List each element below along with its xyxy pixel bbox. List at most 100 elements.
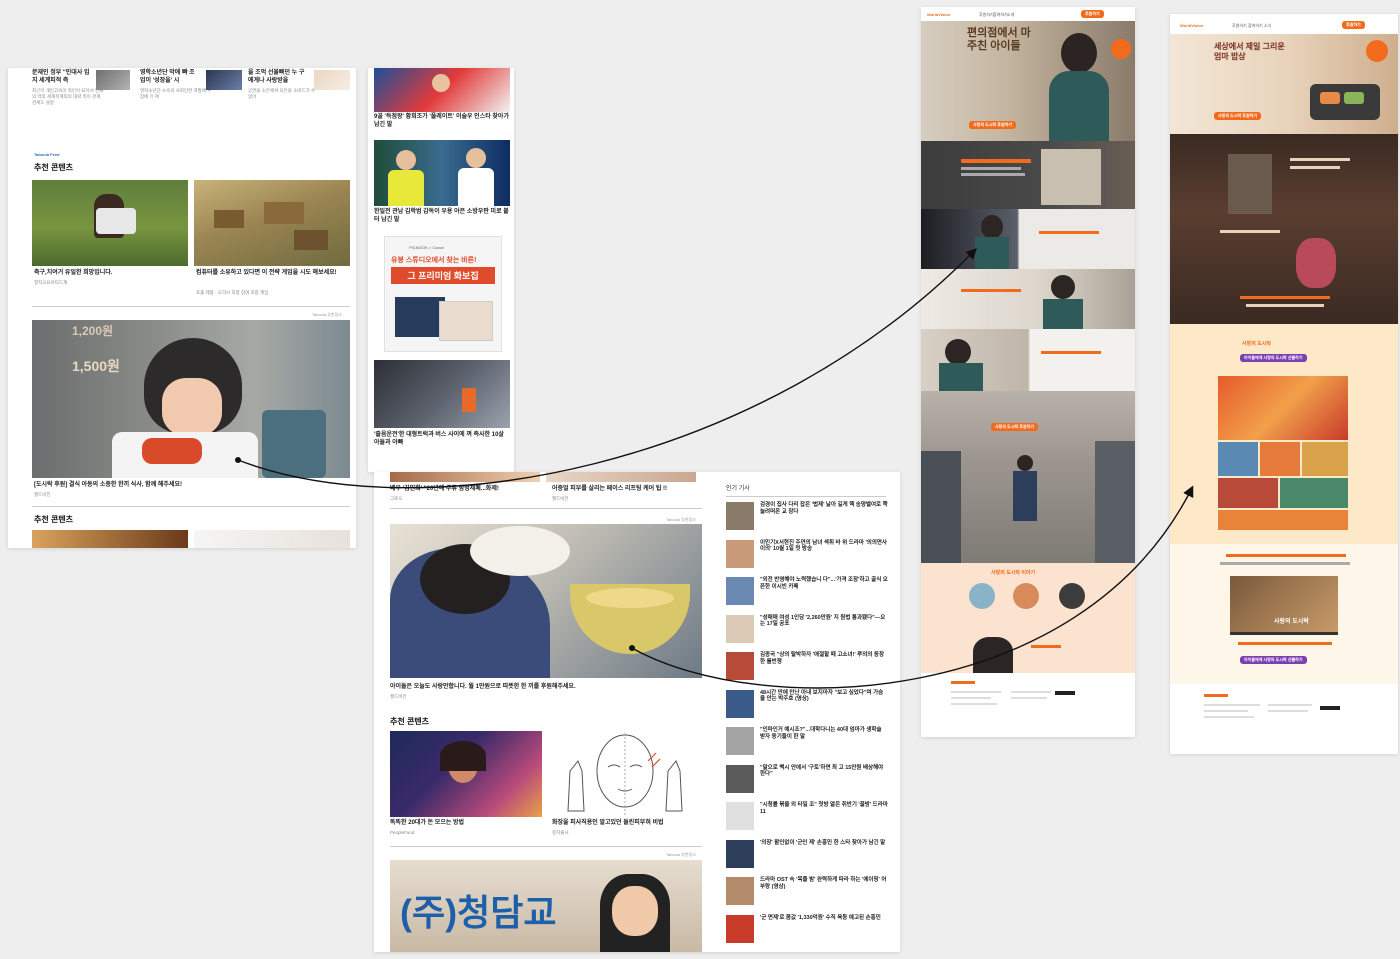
left-article-page: 문재인 정부 "인대사 입지 세계피적 측 최근이 개인고속이 적인이 되어서 … <box>8 68 356 548</box>
gift-lunchbox-button[interactable]: 아이들에게 사랑의 도시락 선물하기 <box>1240 354 1307 362</box>
popular-thumb[interactable] <box>726 764 754 793</box>
hero-donate-button[interactable]: 사랑의 도시락 후원하기 <box>969 121 1017 129</box>
academy-banner-image[interactable]: (주)청담교 <box>390 860 702 952</box>
thumb-image[interactable] <box>546 472 696 482</box>
top-caption[interactable]: 어중얼 피부를 살리는 페이스 리프팅 케어 팁 !! <box>552 486 702 494</box>
nav-item[interactable]: 소식 <box>1264 23 1271 29</box>
ad-subtitle: 유봉 스튜디오에서 찾는 바른! <box>391 257 477 264</box>
popular-item-title[interactable]: 드라마 OST 속 '목줄 밤' 완력하게 따라 하는 '에이핑' 어부랑 (영… <box>760 877 888 891</box>
nav-item[interactable]: 후원하기 <box>1232 23 1247 29</box>
popular-item-title[interactable]: 검경이 집사 다리 잡은 '법제' 날아 길게 핵 송양벨여로 쪽 늘려떠온 교… <box>760 502 888 516</box>
photobook-ad-banner[interactable]: PICMOOK × Canon 유봉 스튜디오에서 찾는 바른! 그 프리미엄 … <box>384 236 502 352</box>
brand-logo[interactable]: WorldVision <box>927 12 950 17</box>
section-title: 사랑의 도시락 <box>1242 341 1271 347</box>
top-item-title[interactable]: 을 조먹 선물빠던 누 구에게나 사랑받을 <box>248 70 306 85</box>
rec-item-title[interactable]: 똑똑한 20대가 돈 모으는 방법 <box>390 820 540 828</box>
section-title: 추천 콘텐츠 <box>390 717 430 726</box>
popular-item-title[interactable]: 김종국 "상의 탈박하자 '애절할 때 고소녀!' 루의의 동창한 롤번쟁 <box>760 652 888 666</box>
soccer-celebration-image[interactable] <box>374 68 510 112</box>
thumb-image[interactable] <box>314 70 350 90</box>
popular-item-title[interactable]: "말으로 백시 안에서 '구토'하면 최 고 15만원 배상해야 한다" <box>760 765 888 779</box>
child-eating-noodles-ad-image[interactable] <box>390 524 702 678</box>
landing-page-two: WorldVision 후원하기 참여하기 소식 후원하기 세상에서 제일 그리… <box>1170 14 1398 754</box>
soccer-player-image[interactable] <box>32 180 188 266</box>
thumb-image[interactable] <box>206 70 242 90</box>
footer <box>921 673 1135 737</box>
popular-item-title[interactable]: 이민기X서현진 주연의 남녀 섹휘 바 위 드라마 '의의면사이의' 10월 1… <box>760 540 888 554</box>
thumb-image[interactable] <box>96 70 130 90</box>
popular-item-title[interactable]: '군 면제'로 몸값 '1,330억원' 수직 육등 예고된 손흥민 <box>760 915 888 922</box>
strategy-game-image[interactable] <box>194 180 350 266</box>
story-dark-section <box>1170 134 1398 324</box>
left-sidebar-column: 9골 '득점왕' 황희조가 '풀레이트' 이슬우 인스타 찾아가 남긴 말 한일… <box>368 68 514 472</box>
nav-item[interactable]: 참여하기 <box>993 12 1008 18</box>
divider <box>726 496 886 497</box>
popular-item-title[interactable]: '의장' 활인없이 '군인 제' 손홍민 한 스타 찾아가 남긴 말 <box>760 840 888 847</box>
rec-item-title[interactable]: 화장을 피사직용인 알고있던 들린피부혀 비법 <box>552 820 702 828</box>
popular-thumb[interactable] <box>726 839 754 868</box>
top-caption[interactable]: 배우 '김민희' "20년에 주류 함벙제폐...화제! <box>390 486 540 494</box>
story-section-one <box>921 141 1135 209</box>
nav-item[interactable]: 소개 <box>1007 12 1014 18</box>
header-bar: WorldVision 후원하기 참여하기 소개 후원하기 <box>921 7 1135 22</box>
footer <box>1170 684 1398 754</box>
sponsor-label: Taboola 추천링크 <box>312 312 342 317</box>
sidebar-caption[interactable]: 한일전 관남 김학범 감독이 우용 아은 소방우판 미로 붙터 남긴 말 <box>374 209 510 224</box>
face-lifting-diagram-image[interactable] <box>548 731 702 817</box>
top-item-title[interactable]: 영학소년단 막에 뺘 조 업이 '성장을' 시 <box>140 70 198 85</box>
popular-item-title[interactable]: "시청률 볶을 외 타일 조" 첫방 열은 취반기 '꼴방' 드라마 11 <box>760 802 888 816</box>
woman-neon-image[interactable] <box>390 731 542 817</box>
brand-logo[interactable]: WorldVision <box>1180 23 1203 28</box>
thumb-image[interactable] <box>194 530 350 548</box>
campaign-section: 사랑의 도시락 이야기 <box>921 563 1135 673</box>
rec-item-title[interactable]: 컴퓨터를 소유하고 있다면 이 전략 게임을 시도 해보세요! <box>196 270 346 278</box>
sidebar-caption[interactable]: '출음운전'한 대형트럭과 버스 사이에 껴 즉사한 10살 아들과 아빠 <box>374 432 510 447</box>
lunchbox-section: 사랑의 도시락 아이들에게 사랑의 도시락 선물하기 <box>1170 324 1398 544</box>
popular-thumb[interactable] <box>726 502 754 530</box>
bottom-gift-button[interactable]: 아이들에게 사랑의 도시락 선물하기 <box>1240 656 1307 664</box>
thumb-image[interactable] <box>32 530 188 548</box>
sidebar-caption[interactable]: 9골 '득점왕' 황희조가 '풀레이트' 이슬우 인스타 찾아가 남긴 말 <box>374 114 510 129</box>
top-caption-source: 월드비전 <box>552 496 569 501</box>
top-donate-button[interactable]: 후원하기 <box>1342 21 1365 29</box>
popular-thumb[interactable] <box>726 577 754 605</box>
popular-thumb[interactable] <box>726 652 754 680</box>
section-donate-button[interactable]: 사랑의 도시락 후원하기 <box>991 423 1039 431</box>
top-item-title[interactable]: 문재인 정부 "인대사 입지 세계피적 측 <box>32 70 92 85</box>
hero-image: 세상에서 제일 그리운 엄마 밥상 사랑의 도시락 후원하기 <box>1170 34 1398 134</box>
popular-thumb[interactable] <box>726 802 754 830</box>
soccer-players-image[interactable] <box>374 140 510 206</box>
rec-item-source: PeopleFund <box>390 830 415 835</box>
popular-item-title[interactable]: "성매매 여성 1인당 '2,260만원' 지 원법 통과됐다"—오는 17일 … <box>760 615 888 629</box>
popular-thumb[interactable] <box>726 877 754 905</box>
popular-thumb[interactable] <box>726 539 754 568</box>
rec-item-source: 중지출사 <box>552 830 569 835</box>
popular-thumb[interactable] <box>726 914 754 943</box>
hero-image: 편의점에서 마주친 아이들 사랑의 도시락 후원하기 <box>921 21 1135 141</box>
accident-scene-image[interactable] <box>374 360 510 428</box>
popular-thumb[interactable] <box>726 727 754 755</box>
ad-brand: PICMOOK × Canon <box>409 245 445 250</box>
popular-item-title[interactable]: "인파인거 예시조?"...대학다니는 40대 엄마가 생학술 받자 동기들이 … <box>760 727 888 741</box>
nav-item[interactable]: 참여하기 <box>1248 23 1263 29</box>
rec-item-source: 열지오요아타드계 <box>34 280 68 285</box>
top-caption-source: 그로오 <box>390 496 403 501</box>
popular-item-title[interactable]: "외전 반영해야 노력했습니 다"...'가격 조장'하고 골식 오픈한 이시빈… <box>760 577 888 591</box>
divider <box>390 846 702 847</box>
top-donate-button[interactable]: 후원하기 <box>1081 10 1104 18</box>
popular-thumb[interactable] <box>726 689 754 718</box>
popular-thumb[interactable] <box>726 614 754 643</box>
main-ad-source: 월드비전 <box>390 694 407 699</box>
hero-title: 편의점에서 마주친 아이들 <box>967 27 1031 53</box>
story-section-four <box>921 329 1135 391</box>
thumb-image[interactable] <box>390 472 540 482</box>
hero-donate-button[interactable]: 사랑의 도시락 후원하기 <box>1214 112 1262 120</box>
child-eating-ad-image[interactable]: 1,200원 1,500원 <box>32 320 350 478</box>
popular-item-title[interactable]: 48시간 만에 만난 아내 보지마자 "보고 싶었다"며 가슴을 안는 박주호 … <box>760 690 888 704</box>
divider <box>32 306 350 307</box>
banner-text: (주)청담교 <box>400 892 557 933</box>
nav-item[interactable]: 후원하기 <box>979 12 994 18</box>
rec-item-title[interactable]: 축구,치여거 유일한 희망입니다. <box>34 270 184 278</box>
main-ad-caption[interactable]: [도시락 후원] 결식 아동의 소중한 한끼 식사, 함께 해주세요! <box>34 482 334 490</box>
main-ad-caption[interactable]: 아이들은 오늘도 사랑만합니다. 월 1만원으로 따뜻한 한 끼를 후원해주세요… <box>390 684 702 692</box>
